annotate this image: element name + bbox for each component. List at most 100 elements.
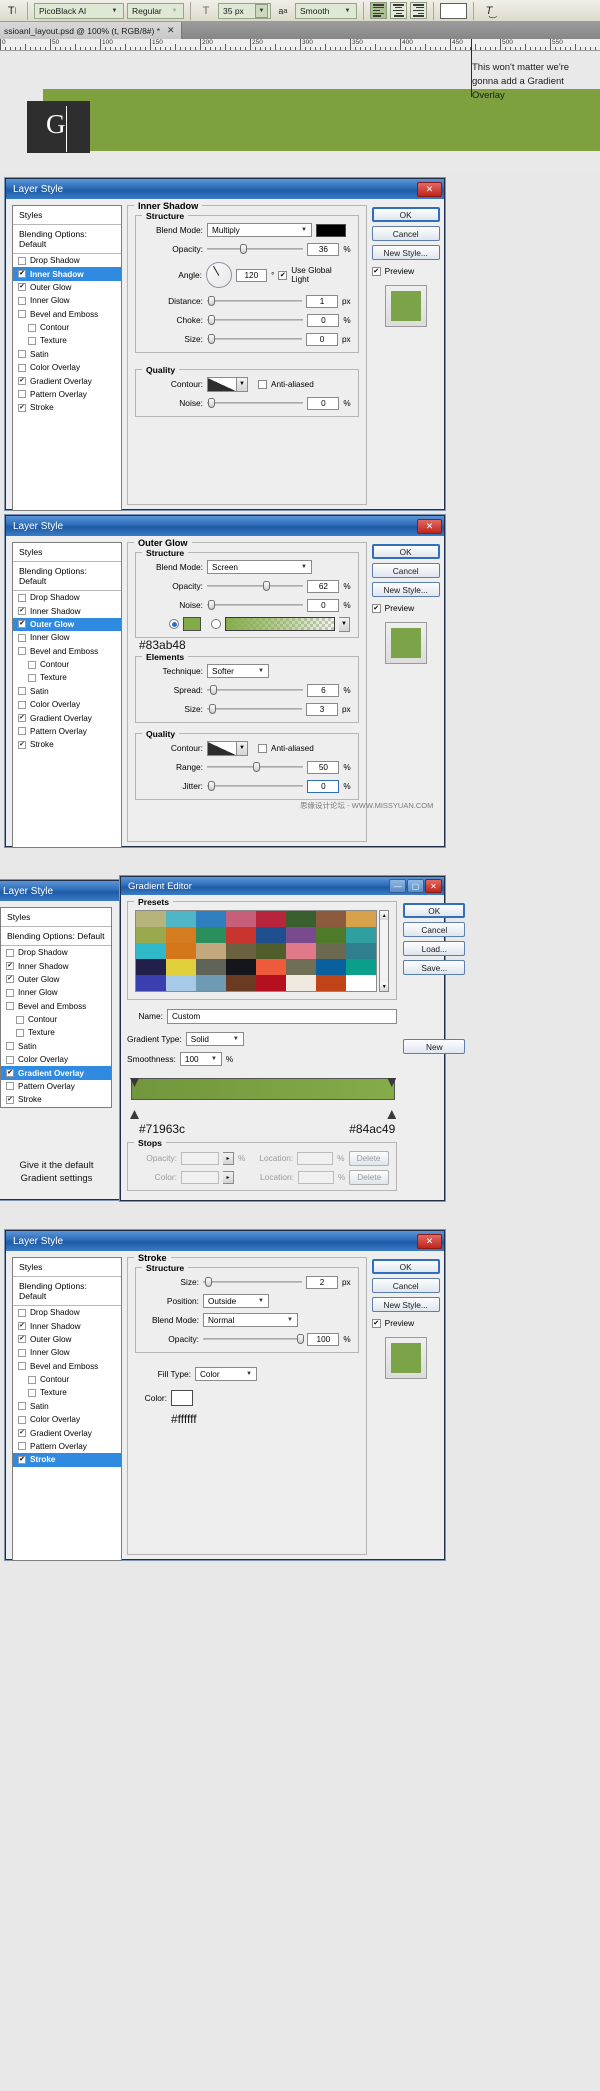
angle-dial[interactable] <box>205 262 232 288</box>
chevron-down-icon[interactable]: ▼ <box>237 740 248 756</box>
preview-checkbox[interactable]: ✔ <box>371 603 381 613</box>
chevron-down-icon[interactable]: ▼ <box>237 376 248 392</box>
gradient-preset-swatch[interactable] <box>256 975 287 991</box>
style-checkbox[interactable] <box>18 1415 26 1424</box>
gradient-preset-swatch[interactable] <box>256 927 287 943</box>
style-checkbox[interactable] <box>28 1375 36 1384</box>
style-checkbox[interactable] <box>18 403 26 412</box>
cancel-button[interactable]: Cancel <box>403 922 466 937</box>
gradient-bar-area[interactable] <box>130 1078 397 1119</box>
presets-scrollbar[interactable]: ▲ ▼ <box>379 910 390 992</box>
chevron-down-icon[interactable]: ▼ <box>339 616 350 632</box>
new-gradient-button[interactable]: New <box>403 1039 466 1054</box>
new-style-button[interactable]: New Style... <box>371 582 440 597</box>
style-checkbox[interactable] <box>18 1402 26 1411</box>
sidebar-item-color-overlay[interactable]: Color Overlay <box>1 1053 111 1066</box>
size-slider[interactable] <box>207 703 302 715</box>
opacity-input[interactable]: 36 <box>307 242 340 256</box>
technique-select[interactable]: Softer ▼ <box>207 664 269 678</box>
sidebar-item-outer-glow[interactable]: Outer Glow <box>13 617 121 632</box>
sidebar-item-bevel-and-emboss[interactable]: Bevel and Emboss <box>13 308 121 321</box>
layer-style-dialog-inner-shadow[interactable]: Layer Style ✕ Styles Blending Options: De… <box>5 178 445 511</box>
anti-aliased-checkbox[interactable] <box>258 743 267 753</box>
cancel-button[interactable]: Cancel <box>371 226 440 241</box>
glow-gradient-radio[interactable] <box>211 619 221 629</box>
styles-list-header[interactable]: Styles <box>1 908 111 927</box>
style-checkbox[interactable] <box>6 1082 14 1091</box>
sidebar-item-satin[interactable]: Satin <box>13 348 121 361</box>
style-checkbox[interactable] <box>18 390 26 399</box>
gradient-preset-swatch[interactable] <box>166 927 197 943</box>
use-global-light-checkbox[interactable]: ✔ <box>278 270 288 280</box>
gradient-preset-swatch[interactable] <box>316 927 347 943</box>
style-checkbox[interactable] <box>16 1028 24 1037</box>
ok-button[interactable]: OK <box>371 1259 440 1274</box>
dialog-titlebar[interactable]: Layer Style ✕ <box>6 1231 444 1251</box>
gradient-preset-swatch[interactable] <box>226 975 257 991</box>
style-checkbox[interactable] <box>18 350 26 359</box>
sidebar-item-stroke[interactable]: Stroke <box>1 1093 111 1106</box>
preview-row[interactable]: ✔ Preview <box>371 1318 440 1328</box>
blending-options-item[interactable]: Blending Options: Default <box>13 562 121 591</box>
gradient-preset-swatch[interactable] <box>316 959 347 975</box>
style-checkbox[interactable] <box>28 673 36 682</box>
fill-type-select[interactable]: Color ▼ <box>195 1367 257 1381</box>
sidebar-item-satin[interactable]: Satin <box>1 1040 111 1053</box>
gradient-type-select[interactable]: Solid ▼ <box>185 1032 244 1046</box>
gradient-preset-swatch[interactable] <box>196 943 227 959</box>
gradient-preset-swatch[interactable] <box>346 975 377 991</box>
range-slider[interactable] <box>207 761 304 773</box>
gradient-preset-swatch[interactable] <box>226 927 257 943</box>
color-stop-left[interactable] <box>130 1110 139 1119</box>
stroke-color-swatch[interactable] <box>171 1390 193 1406</box>
range-input[interactable]: 50 <box>307 760 340 774</box>
style-checkbox[interactable] <box>6 962 14 971</box>
sidebar-item-color-overlay[interactable]: Color Overlay <box>13 1413 121 1426</box>
sidebar-item-outer-glow[interactable]: Outer Glow <box>1 973 111 986</box>
new-style-button[interactable]: New Style... <box>371 1297 440 1312</box>
anti-alias-select[interactable]: Smooth ▼ <box>295 2 357 19</box>
style-checkbox[interactable] <box>18 1442 26 1451</box>
sidebar-item-contour[interactable]: Contour <box>13 658 121 671</box>
noise-input[interactable]: 0 <box>307 396 340 410</box>
position-select[interactable]: Outside ▼ <box>203 1294 269 1308</box>
style-checkbox[interactable] <box>18 714 26 723</box>
distance-slider[interactable] <box>207 295 302 307</box>
sidebar-item-texture[interactable]: Texture <box>1 1026 111 1039</box>
dialog-titlebar[interactable]: Layer Style ✕ <box>6 516 444 536</box>
sidebar-item-texture[interactable]: Texture <box>13 1386 121 1399</box>
sidebar-item-inner-shadow[interactable]: Inner Shadow <box>13 267 121 281</box>
gradient-preset-swatch[interactable] <box>256 911 287 927</box>
sidebar-item-inner-glow[interactable]: Inner Glow <box>13 1346 121 1359</box>
blending-options-item[interactable]: Blending Options: Default <box>13 1277 121 1306</box>
contour-picker[interactable]: ▼ <box>207 740 248 756</box>
gradient-preset-swatch[interactable] <box>166 959 197 975</box>
style-checkbox[interactable] <box>6 1042 14 1051</box>
align-left-icon[interactable] <box>370 2 387 19</box>
style-checkbox[interactable] <box>28 336 36 345</box>
style-checkbox[interactable] <box>18 1335 26 1344</box>
sidebar-item-satin[interactable]: Satin <box>13 1400 121 1413</box>
styles-list-header[interactable]: Styles <box>13 206 121 225</box>
gradient-preset-swatch[interactable] <box>136 959 167 975</box>
sidebar-item-contour[interactable]: Contour <box>13 321 121 334</box>
sidebar-item-bevel-and-emboss[interactable]: Bevel and Emboss <box>13 1360 121 1373</box>
style-checkbox[interactable] <box>6 988 14 997</box>
noise-input[interactable]: 0 <box>307 598 340 612</box>
gradient-preset-swatch[interactable] <box>226 959 257 975</box>
sidebar-item-outer-glow[interactable]: Outer Glow <box>13 1333 121 1346</box>
style-checkbox[interactable] <box>6 1069 14 1078</box>
style-checkbox[interactable] <box>18 1322 26 1331</box>
font-size-select[interactable]: 35 px ▼ <box>218 2 271 19</box>
noise-slider[interactable] <box>207 397 304 409</box>
sidebar-item-color-overlay[interactable]: Color Overlay <box>13 361 121 374</box>
sidebar-item-inner-glow[interactable]: Inner Glow <box>1 986 111 999</box>
preview-checkbox[interactable]: ✔ <box>371 1318 381 1328</box>
style-checkbox[interactable] <box>6 975 14 984</box>
chevron-down-icon[interactable]: ▼ <box>255 3 268 18</box>
style-checkbox[interactable] <box>18 607 26 616</box>
gradient-preset-swatch[interactable] <box>226 943 257 959</box>
gradient-editor-titlebar[interactable]: Gradient Editor — ▢ ✕ <box>121 877 444 895</box>
contour-picker[interactable]: ▼ <box>207 376 248 392</box>
choke-slider[interactable] <box>207 314 304 326</box>
